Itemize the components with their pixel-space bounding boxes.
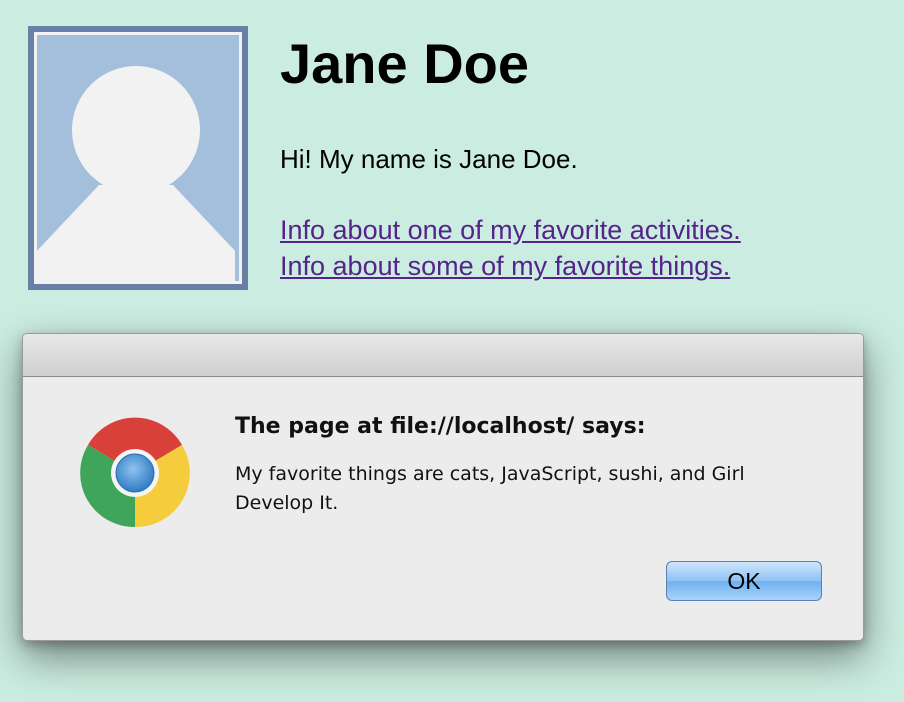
dialog-message: My favorite things are cats, JavaScript,… — [235, 463, 745, 514]
dialog-titlebar — [23, 334, 863, 377]
intro-text: Hi! My name is Jane Doe. — [280, 144, 578, 174]
favorite-things-link[interactable]: Info about some of my favorite things. — [280, 248, 741, 284]
ok-button[interactable]: OK — [666, 561, 822, 601]
chrome-logo-icon — [78, 416, 192, 530]
dialog-heading: The page at file://localhost/ says: — [235, 414, 646, 439]
default-avatar-icon — [34, 32, 242, 284]
profile-photo — [28, 26, 248, 290]
page-title: Jane Doe — [280, 32, 529, 95]
alert-dialog: The page at file://localhost/ says: My f… — [22, 333, 864, 641]
favorite-activities-link[interactable]: Info about one of my favorite activities… — [280, 212, 741, 248]
link-list: Info about one of my favorite activities… — [280, 212, 741, 284]
